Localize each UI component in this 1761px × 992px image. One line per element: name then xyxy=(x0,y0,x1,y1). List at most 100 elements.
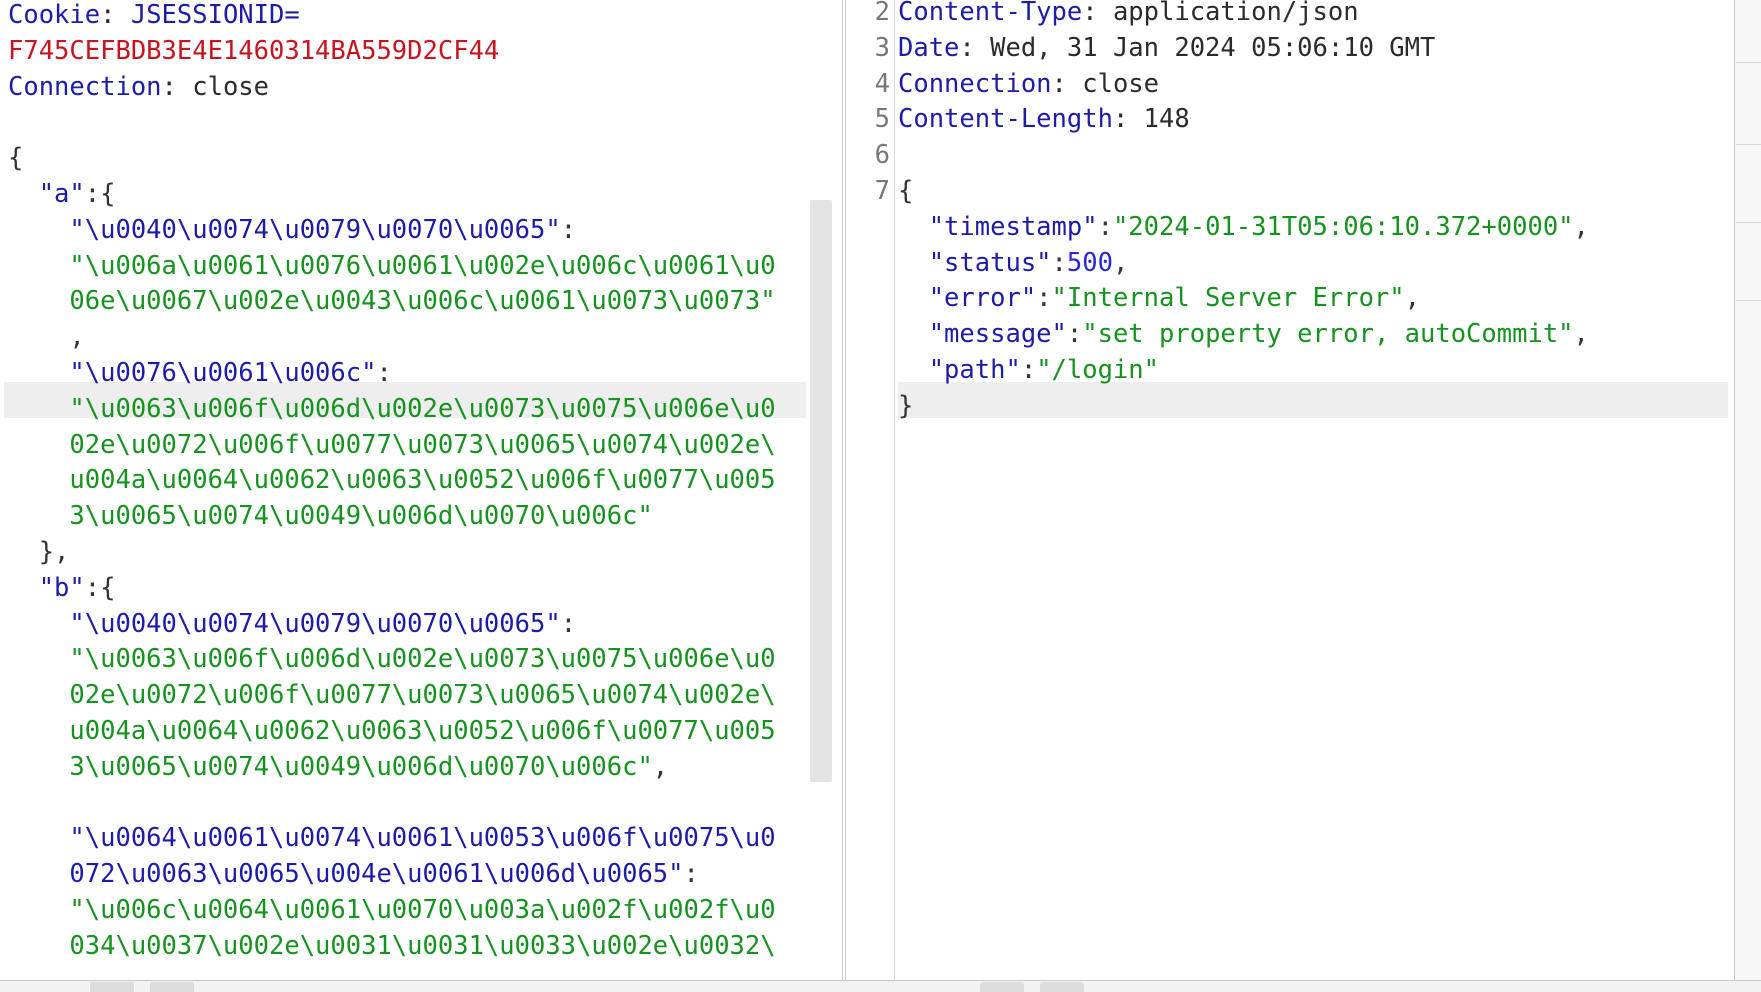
request-token: : xyxy=(560,214,577,245)
response-token: , xyxy=(1573,319,1589,350)
horizontal-scroll-button[interactable] xyxy=(1040,982,1084,992)
response-token: "status" xyxy=(898,247,1052,278)
request-line: "\u0040\u0074\u0079\u0070\u0065": xyxy=(8,212,842,248)
request-token: : xyxy=(100,0,131,30)
request-line: F745CEFBDB3E4E1460314BA559D2CF44 xyxy=(8,33,842,69)
request-line: "\u0064\u0061\u0074\u0061\u0053\u006f\u0… xyxy=(8,820,842,856)
response-token: "2024-01-31T05:06:10.372+0000" xyxy=(1112,211,1574,242)
request-line: "\u0040\u0074\u0079\u0070\u0065": xyxy=(8,606,842,642)
response-line xyxy=(898,137,1734,173)
request-token: Connection xyxy=(8,71,162,102)
request-token: "\u0063\u006f\u006d\u002e\u0073\u0075\u0… xyxy=(8,644,776,675)
request-token: :{ xyxy=(84,572,116,603)
line-number: 4 xyxy=(874,68,890,99)
request-line: "\u006c\u0064\u0061\u0070\u003a\u002f\u0… xyxy=(8,892,842,928)
response-token: : xyxy=(1036,283,1052,314)
response-token: Content-Type xyxy=(898,0,1083,27)
request-token: 3\u0065\u0074\u0049\u006d\u0070\u006c" xyxy=(8,501,653,532)
response-token: : application/json xyxy=(1082,0,1359,27)
horizontal-scroll-button[interactable] xyxy=(150,982,194,992)
request-line xyxy=(8,785,842,821)
request-line: "a":{ xyxy=(8,176,842,212)
horizontal-scroll-button[interactable] xyxy=(980,982,1024,992)
request-token: "\u0040\u0074\u0079\u0070\u0065" xyxy=(8,608,561,639)
request-line: }, xyxy=(8,534,842,570)
response-token: "error" xyxy=(898,283,1037,314)
request-token: "\u006c\u0064\u0061\u0070\u003a\u002f\u0… xyxy=(8,895,776,925)
request-token: "a" xyxy=(8,179,85,209)
response-line: Connection: close xyxy=(898,66,1734,102)
request-line: 02e\u0072\u006f\u0077\u0073\u0065\u0074\… xyxy=(8,677,842,713)
request-token: 072\u0063\u0065\u004e\u0061\u006d\u0065" xyxy=(8,859,684,890)
request-line: "b":{ xyxy=(8,570,842,606)
response-viewer-pane[interactable]: 234567 Content-Type: application/json Dat… xyxy=(845,0,1735,980)
request-token: 06e\u0067\u002e\u0043\u006c\u0061\u0073\… xyxy=(8,286,776,317)
response-token: "timestamp" xyxy=(898,211,1098,242)
request-line: Cookie: JSESSIONID= xyxy=(8,0,842,33)
request-line: u004a\u0064\u0062\u0063\u0052\u006f\u007… xyxy=(8,713,842,749)
response-line: "status":500, xyxy=(898,245,1734,281)
response-line: "error":"Internal Server Error", xyxy=(898,280,1734,316)
request-editor-pane[interactable]: Cookie: JSESSIONID= F745CEFBDB3E4E1460314… xyxy=(0,0,843,980)
request-token: u004a\u0064\u0062\u0063\u0052\u006f\u007… xyxy=(8,716,776,746)
response-token: "path" xyxy=(898,355,1021,385)
line-number: 6 xyxy=(874,140,890,171)
request-vertical-scrollbar[interactable] xyxy=(810,200,832,782)
request-token: "\u0076\u0061\u006c" xyxy=(8,358,377,388)
right-side-panel-strip xyxy=(1735,0,1761,992)
response-token: : xyxy=(1020,355,1037,385)
response-token: , xyxy=(1404,283,1420,314)
request-line: 3\u0065\u0074\u0049\u006d\u0070\u006c", xyxy=(8,749,842,785)
request-token: 3\u0065\u0074\u0049\u006d\u0070\u006c" xyxy=(8,751,653,782)
request-token: "\u0063\u006f\u006d\u002e\u0073\u0075\u0… xyxy=(8,393,776,424)
response-token: } xyxy=(898,390,914,421)
response-line: "path":"/login" xyxy=(898,352,1734,388)
request-token: "\u0064\u0061\u0074\u0061\u0053\u006f\u0… xyxy=(8,823,776,854)
response-token: "Internal Server Error" xyxy=(1051,283,1405,314)
response-token: : xyxy=(1097,211,1113,242)
response-token: { xyxy=(898,176,914,206)
response-line: { xyxy=(898,173,1734,209)
request-token: Cookie xyxy=(8,0,101,30)
response-token: : close xyxy=(1051,68,1159,99)
request-line: "\u0063\u006f\u006d\u002e\u0073\u0075\u0… xyxy=(8,391,842,427)
request-token: "\u0040\u0074\u0079\u0070\u0065" xyxy=(8,214,561,245)
line-number: 5 xyxy=(874,104,890,135)
request-line: "\u0076\u0061\u006c": xyxy=(8,355,842,391)
response-token: : Wed, 31 Jan 2024 05:06:10 GMT xyxy=(959,32,1436,63)
response-line: } xyxy=(898,388,1734,424)
response-line: Date: Wed, 31 Jan 2024 05:06:10 GMT xyxy=(898,30,1734,66)
response-line: Content-Type: application/json xyxy=(898,0,1734,30)
response-token: "message" xyxy=(898,319,1067,350)
request-token: : xyxy=(683,859,699,890)
request-token: F745CEFBDB3E4E1460314BA559D2CF44 xyxy=(8,35,500,66)
response-token: : xyxy=(1066,319,1083,350)
response-token: : xyxy=(1051,247,1067,278)
request-line: 3\u0065\u0074\u0049\u006d\u0070\u006c" xyxy=(8,498,842,534)
response-token: , xyxy=(1573,211,1589,242)
request-line: { xyxy=(8,140,842,176)
request-token: :{ xyxy=(84,179,116,209)
request-line: , xyxy=(8,319,842,355)
request-line: 06e\u0067\u002e\u0043\u006c\u0061\u0073\… xyxy=(8,283,842,319)
line-number: 3 xyxy=(874,32,890,63)
response-token: Date xyxy=(898,32,960,63)
response-token: Connection xyxy=(898,68,1052,99)
request-line: 072\u0063\u0065\u004e\u0061\u006d\u0065"… xyxy=(8,856,842,892)
request-token: , xyxy=(652,751,669,782)
horizontal-scroll-button[interactable] xyxy=(90,982,134,992)
request-token: 02e\u0072\u006f\u0077\u0073\u0065\u0074\… xyxy=(8,680,776,711)
strip-divider xyxy=(1736,300,1761,301)
line-number: 2 xyxy=(874,0,890,27)
request-token: "\u006a\u0061\u0076\u0061\u002e\u006c\u0… xyxy=(8,250,776,281)
request-token: { xyxy=(8,143,24,174)
request-token: 034\u0037\u002e\u0031\u0031\u0033\u002e\… xyxy=(8,930,776,961)
request-line: 034\u0037\u002e\u0031\u0031\u0033\u002e\… xyxy=(8,928,842,964)
request-line: "\u006a\u0061\u0076\u0061\u002e\u006c\u0… xyxy=(8,248,842,284)
request-line: "\u0063\u006f\u006d\u002e\u0073\u0075\u0… xyxy=(8,641,842,677)
response-token: Content-Length xyxy=(898,104,1113,135)
response-line: "message":"set property error, autoCommi… xyxy=(898,316,1734,352)
request-token: : xyxy=(376,358,392,388)
request-line: u004a\u0064\u0062\u0063\u0052\u006f\u007… xyxy=(8,462,842,498)
bottom-scrollbar-area[interactable] xyxy=(0,980,1761,992)
